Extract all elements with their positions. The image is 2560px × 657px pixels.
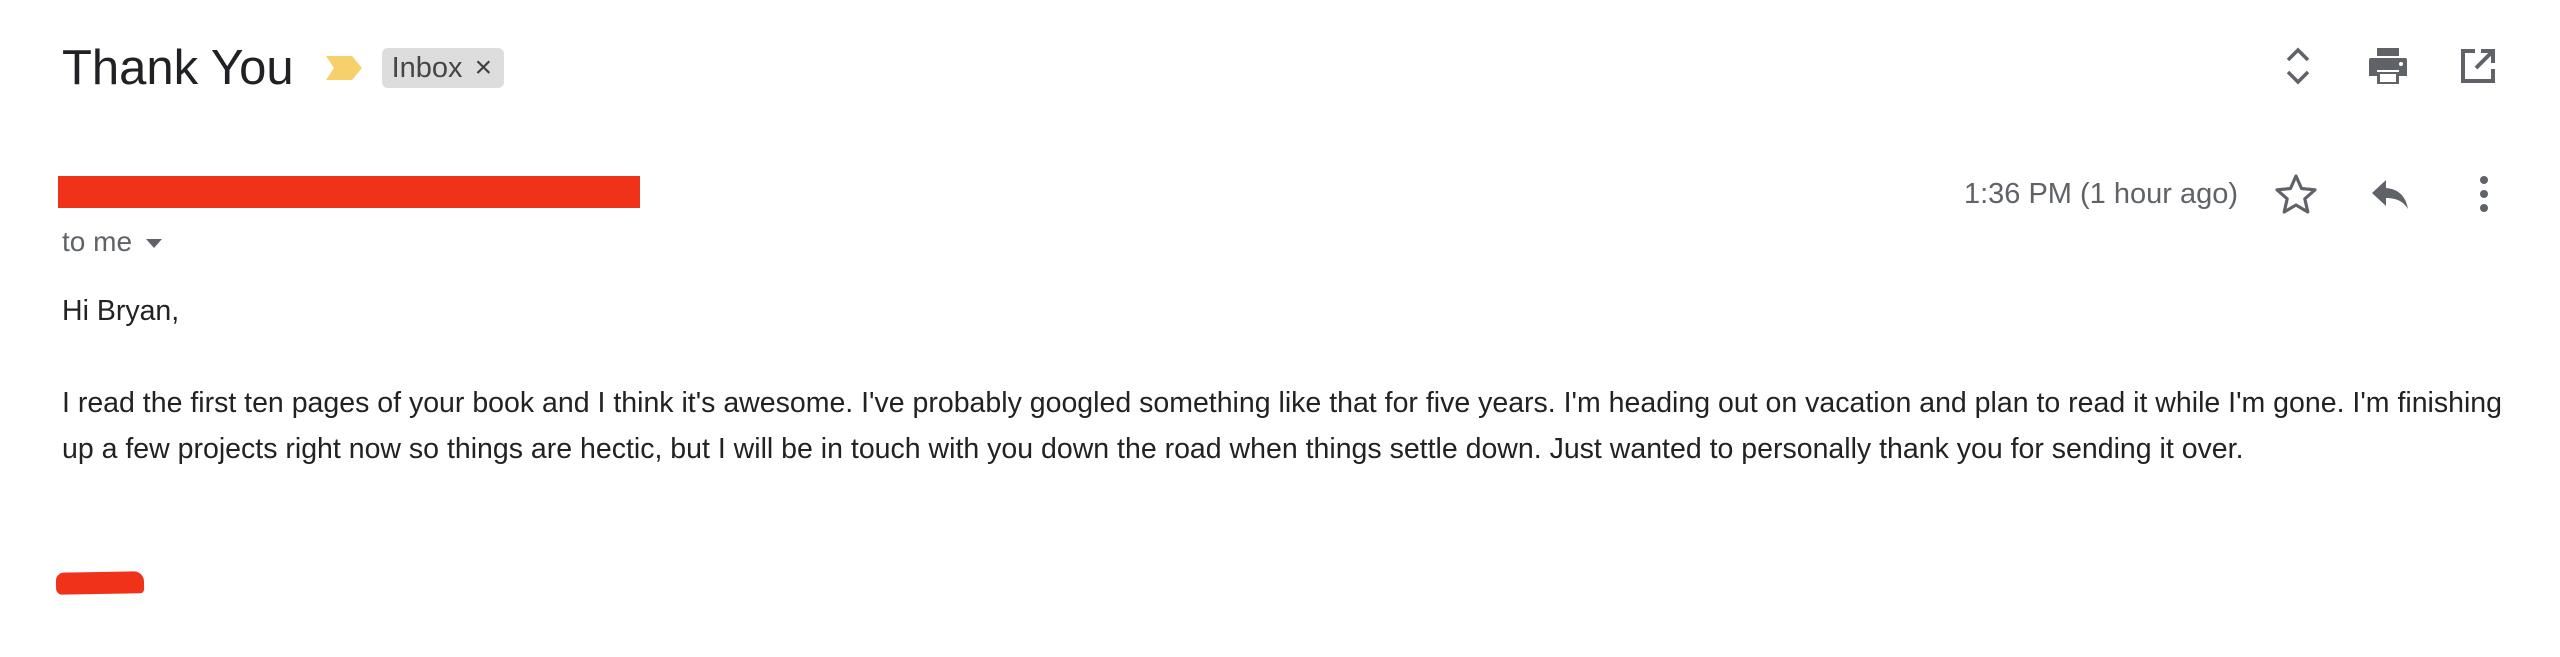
message-greeting: Hi Bryan, (62, 295, 180, 327)
message-paragraph: I read the first ten pages of your book … (62, 387, 2503, 465)
signature-redaction (55, 571, 145, 595)
reply-icon[interactable] (2366, 170, 2414, 218)
recipient-details-toggle[interactable]: to me (62, 226, 163, 258)
print-icon[interactable] (2364, 42, 2412, 90)
inbox-label-chip: Inbox × (381, 48, 505, 88)
more-vert-icon[interactable] (2460, 170, 2508, 218)
chevron-down-icon (146, 238, 163, 248)
label-text: Inbox (391, 51, 463, 84)
message-timestamp: 1:36 PM (1 hour ago) (1963, 177, 2238, 210)
message-actions: 1:36 PM (1 hour ago) (1964, 170, 2508, 218)
expand-collapse-icon[interactable] (2274, 42, 2322, 90)
header-actions (2274, 42, 2502, 90)
message-body: Hi Bryan, I read the first ten pages of … (62, 288, 2522, 472)
email-subject: Thank You (62, 41, 294, 95)
open-in-new-window-icon[interactable] (2454, 42, 2502, 90)
recipient-text: to me (62, 226, 133, 257)
email-view: Thank You Inbox × to me 1:36 PM (1 hour … (0, 0, 2560, 657)
sender-redaction (58, 176, 640, 208)
subject-row: Thank You Inbox × (62, 36, 505, 100)
star-icon[interactable] (2272, 170, 2320, 218)
importance-marker-icon[interactable] (324, 54, 364, 82)
remove-label-icon[interactable]: × (475, 53, 493, 83)
